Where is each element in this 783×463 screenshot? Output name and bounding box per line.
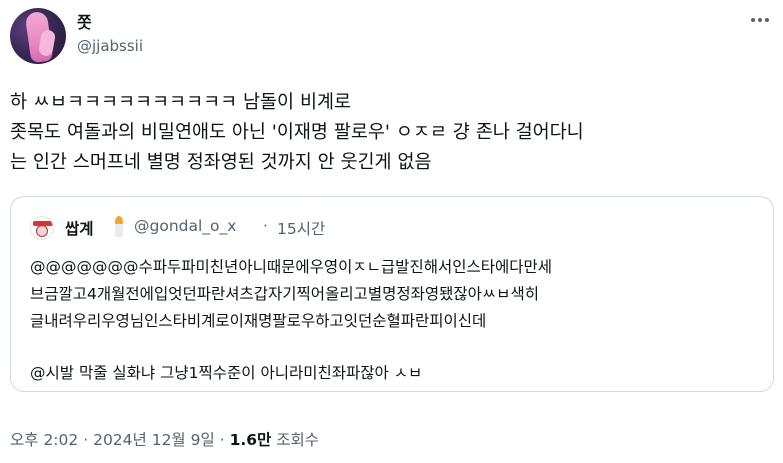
quoted-text-line: @@@@@@@수파두파미친년아니때문에우영이ㅈㄴ급발진해서인스타에다만세 [30, 258, 553, 276]
quoted-text-line: 브금깔고4개월전에입엇던파란셔츠갑자기찍어올리고별명정좌영됐잖아ㅆㅂ색히 [30, 285, 539, 303]
quoted-timestamp: 15시간 [277, 220, 326, 238]
candle-icon [112, 216, 126, 238]
author-display-name[interactable]: 쫏 [77, 9, 92, 33]
author-avatar[interactable] [10, 8, 66, 64]
tweet-date[interactable]: 2024년 12월 9일 [93, 431, 215, 449]
tweet-text-line: 좃목도 여돌과의 비밀연애도 아닌 '이재명 팔로우' ㅇㅈㄹ 걍 존나 걸어다… [10, 122, 584, 143]
quoted-text: @@@@@@@수파두파미친년아니때문에우영이ㅈㄴ급발진해서인스타에다만세 브금깔… [30, 254, 760, 387]
tweet-text: 하 ㅆㅂㅋㅋㅋㅋㅋㅋㅋㅋㅋㅋ 남돌이 비계로 좃목도 여돌과의 비밀연애도 아닌… [10, 88, 775, 178]
author-handle[interactable]: @jjabssii [77, 37, 143, 55]
quoted-text-line: @시발 막줄 실화냐 그냥1찍수준이 아니라미친좌파잖아 ㅅㅂ [30, 364, 423, 382]
dot-separator: · [83, 431, 89, 449]
quoted-author-handle: @gondal_o_x [134, 217, 237, 235]
dot-separator: · [263, 217, 268, 235]
tweet-text-line: 하 ㅆㅂㅋㅋㅋㅋㅋㅋㅋㅋㅋㅋ 남돌이 비계로 [10, 92, 352, 113]
quoted-tweet[interactable]: 쌉계 @gondal_o_x · 15시간 @@@@@@@수파두파미친년아니때문… [10, 196, 774, 392]
quoted-text-line: 글내려우리우영님인스타비계로이재명팔로우하고잇던순혈파란피이신데 [30, 312, 487, 330]
dot-separator: · [219, 431, 225, 449]
tweet-meta: 오후 2:02 · 2024년 12월 9일 · 1.6만 조회수 [10, 428, 319, 450]
quoted-author-name: 쌉계 [65, 220, 94, 238]
tweet-time[interactable]: 오후 2:02 [10, 431, 78, 449]
more-icon[interactable] [747, 10, 773, 30]
tweet-text-line: 는 인간 스머프네 별명 정좌영된 것까지 안 웃긴게 없음 [10, 152, 432, 173]
views-label: 조회수 [276, 431, 319, 449]
views-count: 1.6만 [229, 431, 272, 449]
quoted-author-avatar [30, 216, 54, 240]
